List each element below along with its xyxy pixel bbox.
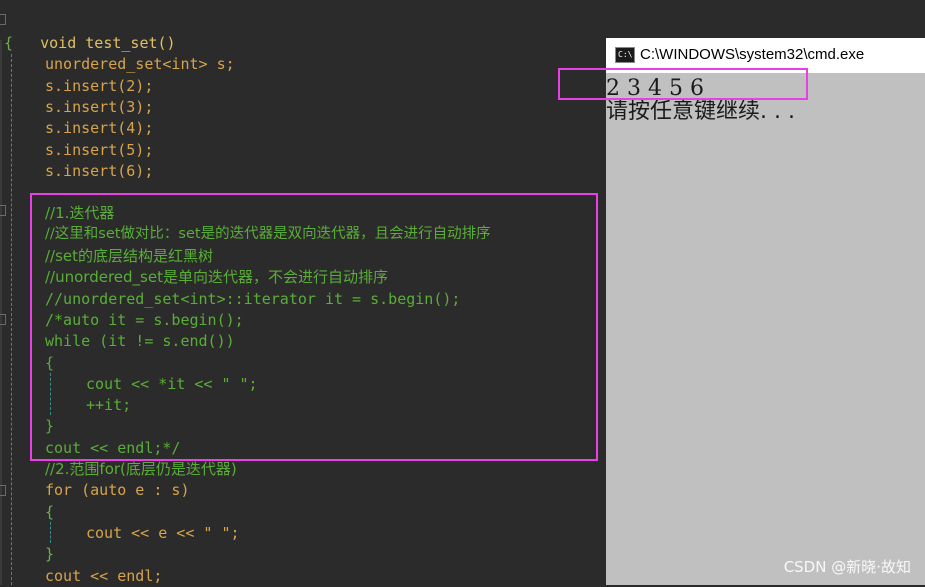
- fold-gutter: [0, 40, 2, 585]
- highlight-box-output: [558, 68, 808, 100]
- code-line-2: {: [4, 34, 14, 52]
- code-line-for: for (auto e : s): [45, 481, 190, 499]
- console-window[interactable]: C:\ C:\WINDOWS\system32\cmd.exe 2 3 4 5 …: [606, 38, 925, 585]
- code-line-1: void test_set(): [4, 12, 175, 52]
- code-line-3: unordered_set<int> s;: [45, 55, 235, 73]
- indent-guide: [50, 522, 51, 543]
- code-line-cout-endl: cout << endl;: [45, 567, 163, 585]
- code-line-open-brace: {: [45, 503, 55, 521]
- indent-guide: [11, 54, 12, 585]
- watermark: CSDN @新晓·故知: [783, 558, 911, 576]
- fold-marker-block-comment[interactable]: [0, 314, 6, 325]
- code-line-8: s.insert(6);: [45, 162, 154, 180]
- code-line-4: s.insert(2);: [45, 77, 154, 95]
- code-line-6: s.insert(4);: [45, 119, 154, 137]
- highlight-box-comment-block: [30, 193, 598, 461]
- console-title: C:\WINDOWS\system32\cmd.exe: [640, 46, 865, 63]
- code-line-close-brace: }: [45, 545, 55, 563]
- function-signature: void test_set(): [40, 34, 176, 52]
- code-line-5: s.insert(3);: [45, 98, 154, 116]
- code-line-cout-e: cout << e << " ";: [86, 524, 240, 542]
- cmd-icon: C:\: [615, 47, 635, 63]
- console-output-prompt: 请按任意键继续. . .: [606, 99, 795, 124]
- code-line-7: s.insert(5);: [45, 141, 154, 159]
- code-line-comment-13: //2.范围for(底层仍是迭代器): [45, 460, 237, 478]
- fold-marker-comment-block[interactable]: [0, 205, 6, 216]
- fold-marker-for[interactable]: [0, 485, 6, 496]
